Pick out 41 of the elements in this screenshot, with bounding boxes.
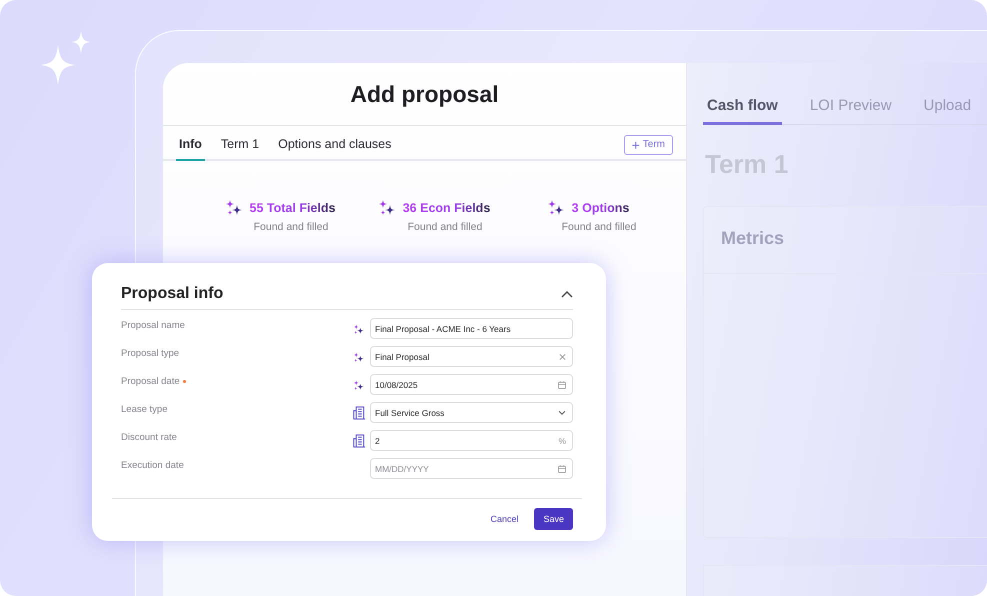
tab[interactable]: Info bbox=[176, 131, 205, 161]
field-label: Proposal type bbox=[121, 347, 180, 359]
tab[interactable]: Cash flow bbox=[703, 91, 782, 125]
close-icon[interactable] bbox=[559, 353, 566, 360]
add-term-button[interactable]: + Term bbox=[624, 134, 673, 154]
stat-value: 55 Total Fields bbox=[250, 201, 336, 215]
sparkle-icon bbox=[546, 199, 565, 217]
input-field[interactable]: Final Proposal - ACME Inc - 6 Years bbox=[370, 318, 573, 339]
input-field[interactable]: 10/08/2025 bbox=[370, 374, 573, 395]
field-label: Lease type bbox=[121, 403, 168, 415]
unit-label: % bbox=[558, 436, 566, 446]
cancel-button[interactable]: Cancel bbox=[488, 510, 520, 528]
stat-caption: Found and filled bbox=[408, 221, 482, 233]
input-field[interactable]: Final Proposal bbox=[370, 346, 573, 367]
section-title: Proposal info bbox=[121, 285, 224, 303]
field-label: Proposal name bbox=[121, 319, 185, 331]
save-button[interactable]: Save bbox=[534, 508, 573, 530]
field-label: Proposal date bbox=[121, 375, 180, 387]
input-field[interactable]: MM/DD/YYYY bbox=[370, 458, 573, 479]
building-icon bbox=[353, 406, 366, 420]
sparkle-icon bbox=[353, 380, 364, 390]
stat-value: 3 Options bbox=[572, 201, 630, 215]
sparkle-icon bbox=[224, 199, 243, 217]
stat-caption: Found and filled bbox=[254, 221, 328, 233]
stat-caption: Found and filled bbox=[562, 221, 636, 233]
tab[interactable]: Term 1 bbox=[218, 131, 262, 161]
dialog-title: Add proposal bbox=[349, 81, 500, 108]
field-label: Execution date bbox=[121, 459, 184, 471]
chevron-down-icon[interactable] bbox=[558, 410, 566, 415]
sparkle-icon bbox=[353, 352, 364, 362]
sparkle-icon bbox=[378, 199, 396, 217]
stat-value: 36 Econ Fields bbox=[402, 201, 490, 215]
card-title: Metrics bbox=[704, 207, 987, 274]
field-label: Discount rate bbox=[121, 431, 177, 443]
tab[interactable]: Options and clauses bbox=[275, 131, 394, 161]
calendar-icon[interactable] bbox=[558, 380, 566, 388]
input-field[interactable]: Full Service Gross bbox=[370, 402, 573, 423]
chevron-icon[interactable] bbox=[561, 290, 573, 298]
calendar-icon[interactable] bbox=[558, 464, 566, 472]
building-icon bbox=[353, 434, 366, 448]
sparkle-icon bbox=[353, 324, 364, 334]
